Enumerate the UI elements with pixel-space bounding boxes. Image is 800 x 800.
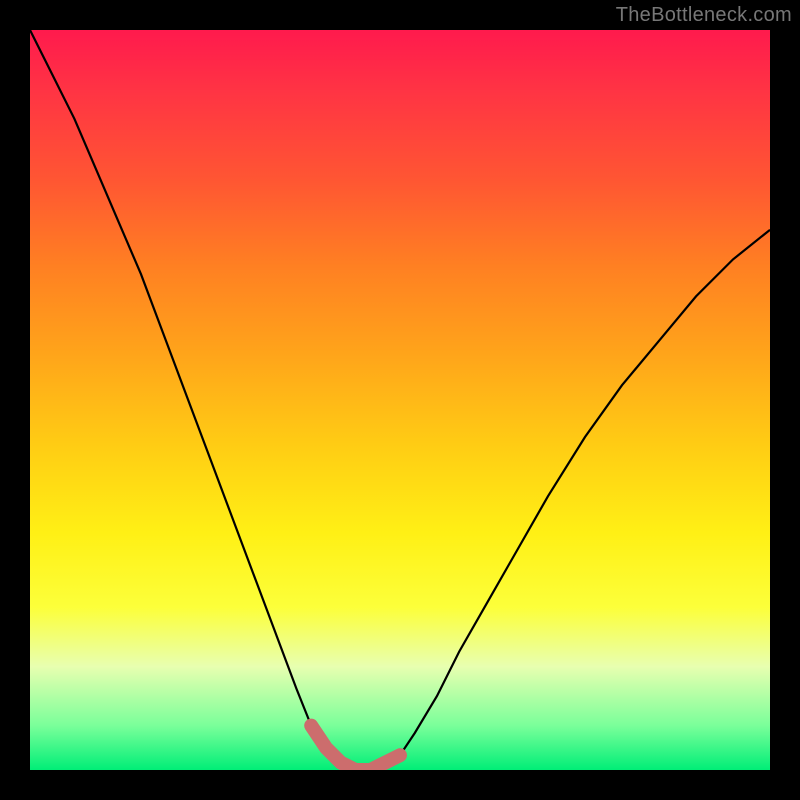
background-gradient — [30, 30, 770, 770]
watermark-label: TheBottleneck.com — [616, 4, 792, 27]
plot-area — [30, 30, 770, 770]
chart-frame: TheBottleneck.com — [0, 0, 800, 800]
